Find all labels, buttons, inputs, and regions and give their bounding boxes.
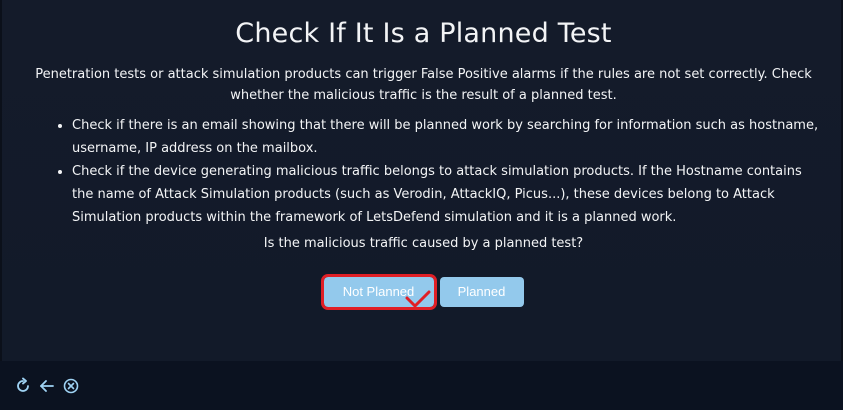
step-description: Penetration tests or attack simulation p… bbox=[35, 67, 812, 103]
footer-icon-group bbox=[14, 377, 80, 395]
step-title: Check If It Is a Planned Test bbox=[235, 18, 612, 49]
footer-toolbar bbox=[0, 361, 843, 410]
checkmark-icon bbox=[405, 290, 430, 308]
instruction-item: Check if there is an email showing that … bbox=[72, 114, 822, 160]
instruction-item: Check if the device generating malicious… bbox=[72, 160, 822, 229]
not-planned-button[interactable]: Not Planned bbox=[320, 274, 437, 310]
instruction-list: Check if there is an email showing that … bbox=[32, 114, 822, 229]
refresh-icon[interactable] bbox=[14, 377, 32, 395]
planned-label: Planned bbox=[457, 284, 506, 299]
playbook-step-panel: Check If It Is a Planned Test Penetratio… bbox=[0, 0, 843, 361]
step-question: Is the malicious traffic caused by a pla… bbox=[263, 236, 584, 251]
answer-buttons: Not Planned Planned bbox=[2, 274, 843, 310]
back-arrow-icon[interactable] bbox=[38, 377, 56, 395]
close-circle-icon[interactable] bbox=[62, 377, 80, 395]
planned-button[interactable]: Planned bbox=[439, 277, 524, 307]
